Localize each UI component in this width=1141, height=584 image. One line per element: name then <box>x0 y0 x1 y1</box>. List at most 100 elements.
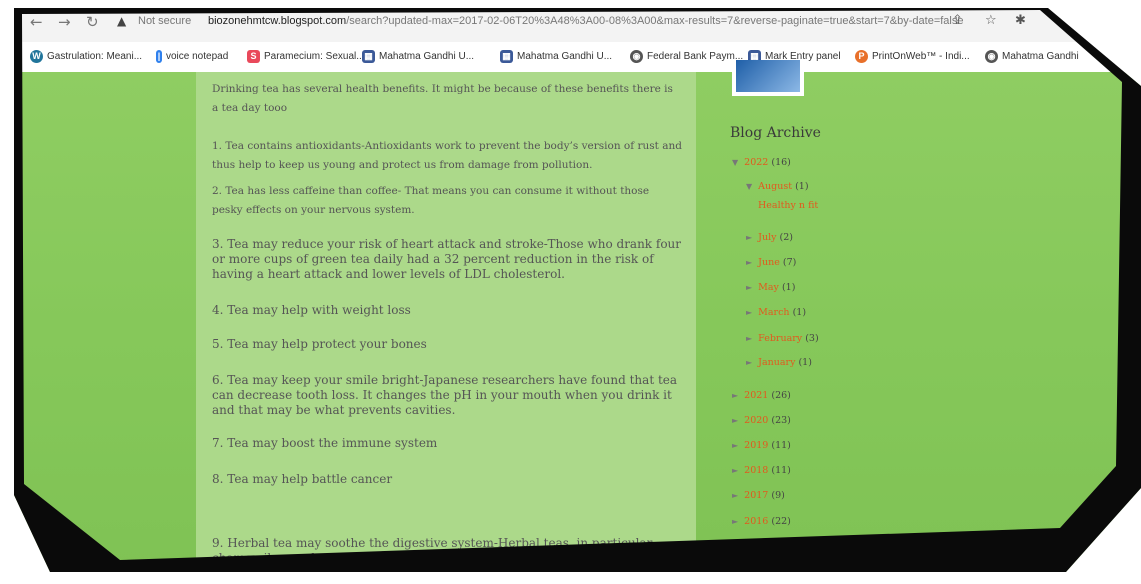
archive-count: (1) <box>781 282 796 293</box>
archive-month-february[interactable]: ► February (3) <box>746 333 819 344</box>
bookmark-item[interactable]: ▦ Mahatma Gandhi U... <box>500 50 612 63</box>
star-icon[interactable]: ☆ <box>985 13 997 28</box>
bookmark-label: Paramecium: Sexual... <box>264 51 365 62</box>
bookmark-label: Mahatma Gandhi U... <box>517 51 613 62</box>
archive-count: (16) <box>771 157 791 168</box>
archive-link[interactable]: 2020 <box>744 415 768 426</box>
post-point-1: 1. Tea contains antioxidants-Antioxidant… <box>212 140 682 171</box>
post-intro: Drinking tea has several health benefits… <box>212 83 673 114</box>
archive-count: (23) <box>771 415 791 426</box>
bookmark-item[interactable]: ◉ Mahatma Gandhi <box>985 50 1079 63</box>
archive-post-link[interactable]: Healthy n fit <box>758 200 818 211</box>
archive-link[interactable]: July <box>758 232 776 243</box>
triangle-down-icon[interactable]: ▼ <box>746 182 752 191</box>
triangle-right-icon[interactable]: ► <box>732 441 738 450</box>
university-icon: ▦ <box>500 50 513 63</box>
globe-icon: ◉ <box>985 50 998 63</box>
mic-icon: | <box>156 50 162 63</box>
bookmark-label: voice notepad <box>166 51 229 62</box>
archive-count: (7) <box>782 257 797 268</box>
archive-link[interactable]: 2019 <box>744 440 768 451</box>
archive-count: (22) <box>771 516 791 527</box>
bookmark-item[interactable]: W Gastrulation: Meani... <box>30 50 142 63</box>
address-bar: ← → ↻ ▲ Not secure biozonehmtcw.blogspot… <box>0 0 1141 42</box>
triangle-right-icon[interactable]: ► <box>746 258 752 267</box>
archive-link[interactable]: 2022 <box>744 157 768 168</box>
archive-link[interactable]: 2018 <box>744 465 768 476</box>
archive-year-2019[interactable]: ► 2019 (11) <box>732 440 791 451</box>
triangle-right-icon[interactable]: ► <box>746 334 752 343</box>
archive-link[interactable]: August <box>758 181 792 192</box>
archive-month-august[interactable]: ▼ August (1) <box>746 181 809 192</box>
archive-month-june[interactable]: ► June (7) <box>746 257 796 268</box>
blog-archive-title: Blog Archive <box>730 125 821 141</box>
s-logo-icon: S <box>247 50 260 63</box>
triangle-right-icon[interactable]: ► <box>732 391 738 400</box>
archive-month-july[interactable]: ► July (2) <box>746 232 793 243</box>
archive-link[interactable]: January <box>758 357 795 368</box>
triangle-right-icon[interactable]: ► <box>732 466 738 475</box>
triangle-right-icon[interactable]: ► <box>746 358 752 367</box>
sidebar-image-graphic <box>736 60 800 92</box>
printonweb-icon: P <box>855 50 868 63</box>
sidebar-image[interactable] <box>732 60 804 96</box>
bookmark-item[interactable]: | voice notepad <box>156 50 228 63</box>
archive-count: (1) <box>798 357 812 368</box>
bookmark-label: Mahatma Gandhi <box>1002 51 1079 62</box>
triangle-right-icon[interactable]: ► <box>732 491 738 500</box>
triangle-right-icon[interactable]: ► <box>746 233 752 242</box>
post-point-6: 6. Tea may keep your smile bright-Japane… <box>212 373 678 417</box>
bookmark-label: Gastrulation: Meani... <box>47 51 143 62</box>
archive-month-march[interactable]: ► March (1) <box>746 307 806 318</box>
post-point-3: 3. Tea may reduce your risk of heart att… <box>212 237 682 281</box>
post-point-4: 4. Tea may help with weight loss <box>212 303 411 317</box>
archive-count: (2) <box>779 232 793 243</box>
warning-icon[interactable]: ▲ <box>117 14 126 28</box>
triangle-right-icon[interactable]: ► <box>746 283 752 292</box>
archive-count: (3) <box>805 333 819 344</box>
archive-link[interactable]: 2021 <box>744 390 768 401</box>
archive-month-january[interactable]: ► January (1) <box>746 357 812 368</box>
bookmark-item[interactable]: ◉ Federal Bank Paym... <box>630 50 743 63</box>
triangle-right-icon[interactable]: ► <box>732 517 738 526</box>
url-field[interactable]: biozonehmtcw.blogspot.com/search?updated… <box>208 15 963 27</box>
share-icon[interactable]: ⇪ <box>952 13 963 28</box>
archive-link[interactable]: May <box>758 282 779 293</box>
bookmark-label: Federal Bank Paym... <box>647 51 744 62</box>
security-label[interactable]: Not secure <box>138 15 191 27</box>
archive-year-2021[interactable]: ► 2021 (26) <box>732 390 791 401</box>
extensions-icon[interactable]: ✱ <box>1015 13 1026 28</box>
post-point-9: 9. Herbal tea may soothe the digestive s… <box>212 536 679 580</box>
bookmark-item[interactable]: P PrintOnWeb™ - Indi... <box>855 50 970 63</box>
archive-link[interactable]: February <box>758 333 802 344</box>
bookmark-label: PrintOnWeb™ - Indi... <box>872 51 970 62</box>
archive-month-may[interactable]: ► May (1) <box>746 282 795 293</box>
archive-year-2016[interactable]: ► 2016 (22) <box>732 516 791 527</box>
archive-link[interactable]: June <box>758 257 780 268</box>
forward-icon[interactable]: → <box>58 13 71 31</box>
archive-link[interactable]: 2016 <box>744 516 768 527</box>
archive-year-2020[interactable]: ► 2020 (23) <box>732 415 791 426</box>
post-point-8: 8. Tea may help battle cancer <box>212 472 393 486</box>
back-icon[interactable]: ← <box>30 13 43 31</box>
archive-count: (1) <box>792 307 807 318</box>
archive-post-title[interactable]: Healthy n fit <box>758 200 818 211</box>
archive-count: (11) <box>771 440 791 451</box>
archive-year-2018[interactable]: ► 2018 (11) <box>732 465 791 476</box>
reload-icon[interactable]: ↻ <box>86 13 99 31</box>
archive-year-2022[interactable]: ▼ 2022 (16) <box>732 157 791 168</box>
triangle-down-icon[interactable]: ▼ <box>732 158 738 167</box>
archive-link[interactable]: 2017 <box>744 490 768 501</box>
university-icon: ▦ <box>362 50 375 63</box>
bookmark-item[interactable]: ▦ Mahatma Gandhi U... <box>362 50 474 63</box>
archive-year-2017[interactable]: ► 2017 (9) <box>732 490 785 501</box>
bookmark-label: Mahatma Gandhi U... <box>379 51 475 62</box>
triangle-right-icon[interactable]: ► <box>746 308 752 317</box>
archive-link[interactable]: March <box>758 307 789 318</box>
archive-count: (1) <box>795 181 809 192</box>
bookmarks-bar: W Gastrulation: Meani... | voice notepad… <box>0 42 1141 73</box>
wordpress-icon: W <box>30 50 43 63</box>
archive-count: (11) <box>771 465 791 476</box>
triangle-right-icon[interactable]: ► <box>732 416 738 425</box>
bookmark-item[interactable]: S Paramecium: Sexual... <box>247 50 365 63</box>
